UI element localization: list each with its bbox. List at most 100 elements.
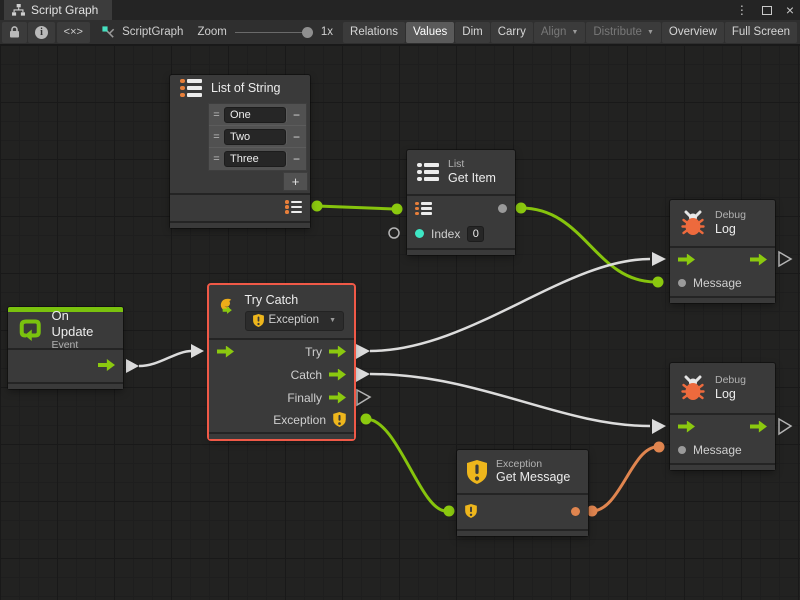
node-list-of-string[interactable]: List of String = One − = Two − = Three − <box>170 75 310 228</box>
wire-catch-to-bottom-log[interactable] <box>370 374 650 426</box>
getitem-output-port[interactable] <box>516 203 527 214</box>
finally-output-port[interactable] <box>357 390 370 405</box>
info-icon: i <box>35 26 48 39</box>
index-value-field[interactable]: 0 <box>467 226 484 242</box>
dim-button[interactable]: Dim <box>455 22 489 43</box>
flow-out-port[interactable] <box>750 421 767 433</box>
remove-item-button[interactable]: − <box>286 152 306 166</box>
exception-type-dropdown[interactable]: Exception ▼ <box>245 311 344 331</box>
wire-arrowhead <box>652 419 666 434</box>
list-icon[interactable] <box>415 202 432 216</box>
relations-button[interactable]: Relations <box>343 22 405 43</box>
getmessage-output-port[interactable] <box>587 506 598 517</box>
node-type: Debug <box>715 209 746 222</box>
node-title: List of String <box>211 81 280 96</box>
wire-exception-to-getmessage[interactable] <box>366 419 446 511</box>
top-log-message-port[interactable] <box>653 277 664 288</box>
node-header: List of String <box>170 75 310 101</box>
node-try-catch[interactable]: Try Catch Exception ▼ Try <box>209 285 354 439</box>
maximize-icon[interactable] <box>762 6 772 15</box>
catch-port[interactable] <box>329 369 346 381</box>
item-field-2[interactable]: Three <box>224 151 286 167</box>
message-port[interactable] <box>678 279 686 287</box>
getmessage-input-port[interactable] <box>444 506 455 517</box>
message-port[interactable] <box>678 446 686 454</box>
graph-canvas[interactable]: List of String = One − = Two − = Three − <box>0 45 800 600</box>
flow-out-port[interactable] <box>98 359 115 371</box>
lock-button[interactable] <box>2 22 27 43</box>
list-icon <box>285 200 302 214</box>
code-button[interactable]: <×> <box>57 22 90 43</box>
getitem-input-port[interactable] <box>392 204 403 215</box>
node-get-item[interactable]: List Get Item Index 0 <box>407 150 515 255</box>
wire-list-to-getitem[interactable] <box>317 206 394 209</box>
window-controls: ⋮ × <box>736 0 794 20</box>
node-debug-log-top[interactable]: Debug Log Message <box>670 200 775 303</box>
tab-script-graph[interactable]: Script Graph <box>4 0 112 20</box>
flow-in-port[interactable] <box>678 254 695 266</box>
kebab-menu-icon[interactable]: ⋮ <box>736 3 748 17</box>
carry-button[interactable]: Carry <box>491 22 533 43</box>
wire-getmessage-to-log-message[interactable] <box>592 447 657 511</box>
zoom-label: Zoom <box>197 26 226 38</box>
item-field-0[interactable]: One <box>224 107 286 123</box>
message-label: Message <box>693 276 742 290</box>
node-debug-log-bottom[interactable]: Debug Log Message <box>670 363 775 470</box>
shield-exclamation-icon[interactable] <box>333 412 346 427</box>
finally-port[interactable] <box>329 392 346 404</box>
onupdate-output-port[interactable] <box>126 359 139 373</box>
values-button[interactable]: Values <box>406 22 454 43</box>
list-icon <box>180 79 202 98</box>
list-item-row: = One − <box>209 104 306 126</box>
try-output-port[interactable] <box>356 344 370 359</box>
message-row: Message <box>670 438 775 461</box>
node-header: Exception Get Message <box>457 450 588 495</box>
overview-button[interactable]: Overview <box>662 22 724 43</box>
zoom-slider-handle[interactable] <box>302 27 313 38</box>
node-get-message[interactable]: Exception Get Message <box>457 450 588 536</box>
remove-item-button[interactable]: − <box>286 108 306 122</box>
node-subtitle: Event <box>51 339 113 352</box>
flow-in-port[interactable] <box>217 346 234 358</box>
info-button[interactable]: i <box>28 22 55 43</box>
align-button[interactable]: Align ▼ <box>534 22 586 43</box>
bottom-log-message-port[interactable] <box>654 442 665 453</box>
catch-output-port[interactable] <box>356 367 370 382</box>
flow-in-port[interactable] <box>678 421 695 433</box>
node-on-update[interactable]: On Update Event <box>8 307 123 389</box>
bottom-log-continue-port[interactable] <box>779 419 791 434</box>
index-port[interactable] <box>415 229 424 238</box>
top-log-continue-port[interactable] <box>779 252 791 266</box>
drag-handle[interactable]: = <box>209 109 224 121</box>
node-title: Get Message <box>496 470 570 485</box>
exception-output-port[interactable] <box>361 414 372 425</box>
try-row: Try <box>209 340 354 363</box>
code-icon: <×> <box>64 26 83 38</box>
drag-handle[interactable]: = <box>209 153 224 165</box>
item-output-port[interactable] <box>498 204 507 213</box>
zoom-control: Zoom 1x <box>197 22 333 43</box>
drag-handle[interactable]: = <box>209 131 224 143</box>
add-item-button[interactable]: + <box>283 172 308 191</box>
graph-toolbar: i <×> ScriptGraph Zoom 1x Relations Valu… <box>0 20 800 45</box>
try-port[interactable] <box>329 346 346 358</box>
string-list-widget: = One − = Two − = Three − <box>208 103 307 171</box>
wire-try-to-top-log[interactable] <box>370 259 650 351</box>
node-header: List Get Item <box>407 150 515 196</box>
item-field-1[interactable]: Two <box>224 129 286 145</box>
remove-item-button[interactable]: − <box>286 130 306 144</box>
zoom-slider[interactable] <box>235 22 313 43</box>
node-header: Debug Log <box>670 363 775 415</box>
flow-out-port[interactable] <box>750 254 767 266</box>
distribute-button[interactable]: Distribute ▼ <box>586 22 661 43</box>
list-item-row: = Three − <box>209 148 306 170</box>
close-icon[interactable]: × <box>786 3 794 17</box>
wire-onupdate-to-trycatch[interactable] <box>139 351 192 366</box>
exception-input-row <box>457 495 588 527</box>
message-output-port[interactable] <box>571 507 580 516</box>
graph-reference[interactable]: ScriptGraph <box>101 25 183 40</box>
shield-exclamation-icon[interactable] <box>465 504 477 518</box>
getitem-index-port-unconnected[interactable] <box>389 228 399 238</box>
list-output-port[interactable] <box>312 201 323 212</box>
fullscreen-button[interactable]: Full Screen <box>725 22 797 43</box>
